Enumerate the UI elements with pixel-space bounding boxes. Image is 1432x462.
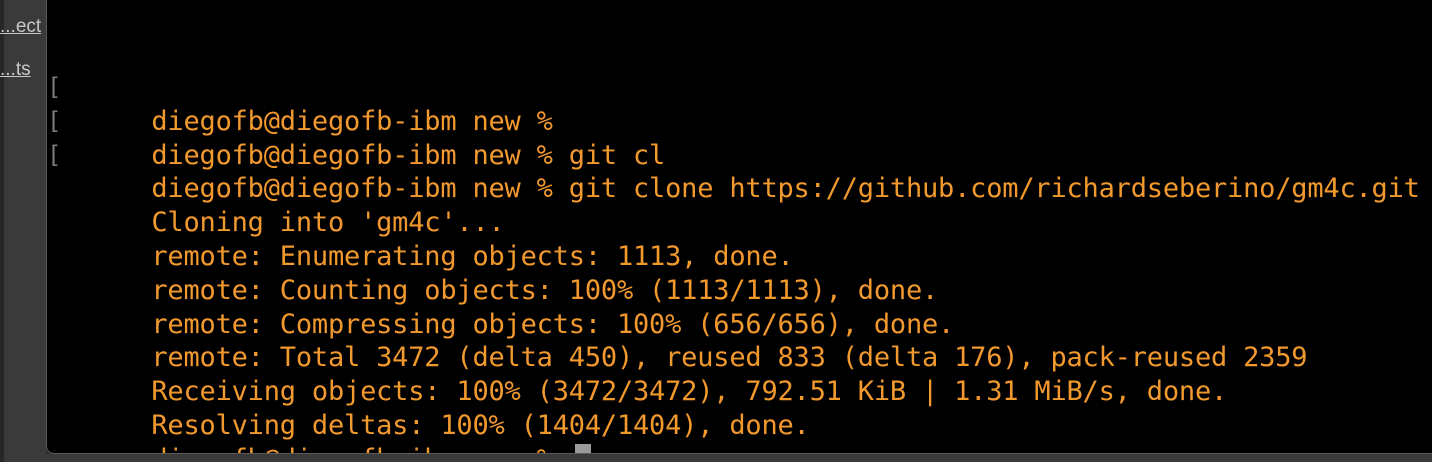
- terminal-line: Receiving objects: 100% (3472/3472), 792…: [47, 341, 1427, 407]
- terminal-line: [diegofb@diegofb-ibm new % git cl: [47, 105, 1427, 171]
- line-marker: [: [47, 140, 62, 169]
- terminal-window[interactable]: [diegofb@diegofb-ibm new % [diegofb@dieg…: [46, 0, 1432, 454]
- terminal-line: [diegofb@diegofb-ibm new %: [47, 71, 1427, 137]
- sidebar-link-2[interactable]: ts...: [0, 59, 46, 81]
- text-cursor: [574, 443, 591, 453]
- terminal-prompt-line[interactable]: diegofb@diegofb-ibm new %: [47, 409, 1427, 453]
- line-marker: [: [47, 106, 62, 135]
- prompt-text: diegofb@diegofb-ibm new %: [151, 444, 568, 453]
- terminal-line: Cloning into 'gm4c'...: [47, 172, 1427, 238]
- line-marker: [: [47, 73, 62, 101]
- terminal-line: remote: Enumerating objects: 1113, done.: [47, 206, 1427, 272]
- window-bottom-shadow: [46, 454, 1432, 462]
- terminal-line: remote: Compressing objects: 100% (656/6…: [47, 274, 1427, 340]
- sidebar-link-1[interactable]: ect...: [0, 16, 46, 38]
- terminal-line: [diegofb@diegofb-ibm new % git clone htt…: [47, 139, 1427, 205]
- terminal-line: Resolving deltas: 100% (1404/1404), done…: [47, 375, 1427, 441]
- terminal-line: remote: Total 3472 (delta 450), reused 8…: [47, 308, 1427, 373]
- terminal-output: [diegofb@diegofb-ibm new % [diegofb@dieg…: [47, 71, 1427, 453]
- terminal-line: remote: Counting objects: 100% (1113/111…: [47, 240, 1427, 306]
- sidebar-panel: ect... ts...: [0, 0, 46, 462]
